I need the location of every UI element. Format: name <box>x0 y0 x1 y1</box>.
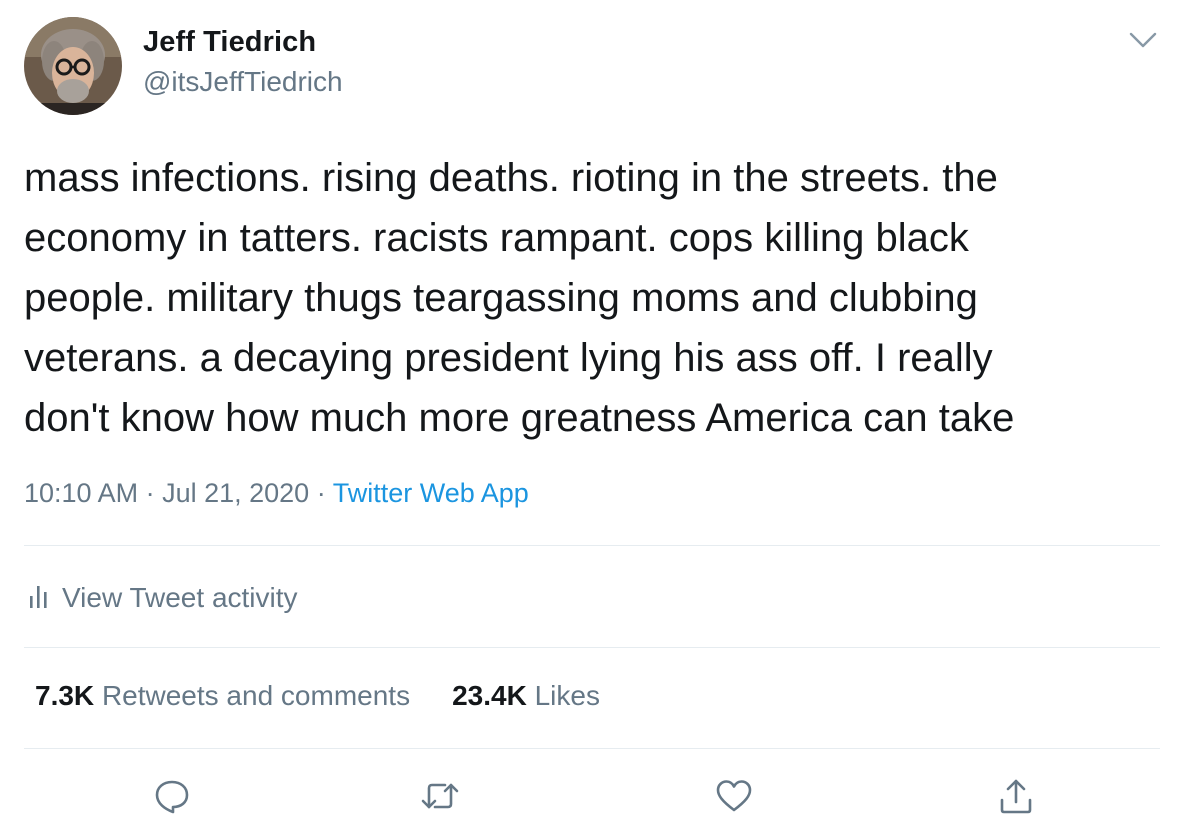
retweet-button[interactable] <box>416 774 464 822</box>
author-display-name[interactable]: Jeff Tiedrich <box>143 26 316 59</box>
meta-separator: · <box>138 478 163 508</box>
tweet-stats: 7.3K Retweets and comments 23.4K Likes <box>35 680 600 712</box>
retweet-icon <box>418 776 462 821</box>
reply-icon <box>152 776 192 821</box>
view-tweet-activity-label: View Tweet activity <box>62 582 298 613</box>
tweet-text: mass infections. rising deaths. rioting … <box>24 156 1015 440</box>
divider <box>24 545 1160 546</box>
reply-button[interactable] <box>148 774 196 822</box>
heart-icon <box>714 776 754 821</box>
divider <box>24 748 1160 749</box>
avatar[interactable] <box>24 17 122 115</box>
divider <box>24 647 1160 648</box>
retweets-label: Retweets and comments <box>101 680 411 711</box>
share-icon <box>996 776 1036 821</box>
retweets-stat[interactable]: 7.3K Retweets and comments <box>35 680 410 712</box>
retweets-count: 7.3K <box>35 680 95 711</box>
author-handle[interactable]: @itsJeffTiedrich <box>143 66 343 98</box>
tweet-card: Jeff Tiedrich @itsJeffTiedrich mass infe… <box>0 0 1186 840</box>
tweet-date[interactable]: Jul 21, 2020 <box>162 478 309 508</box>
tweet-time[interactable]: 10:10 AM <box>24 478 138 508</box>
likes-label: Likes <box>534 680 600 711</box>
tweet-source-link[interactable]: Twitter Web App <box>333 478 529 508</box>
share-button[interactable] <box>992 774 1040 822</box>
tweet-meta: 10:10 AM · Jul 21, 2020 · Twitter Web Ap… <box>24 478 529 509</box>
likes-count: 23.4K <box>452 680 527 711</box>
meta-separator: · <box>309 478 333 508</box>
like-button[interactable] <box>710 774 758 822</box>
bar-chart-icon <box>24 582 50 615</box>
likes-stat[interactable]: 23.4K Likes <box>452 680 600 712</box>
view-tweet-activity-button[interactable]: View Tweet activity <box>24 578 298 618</box>
chevron-down-icon[interactable] <box>1127 26 1159 54</box>
